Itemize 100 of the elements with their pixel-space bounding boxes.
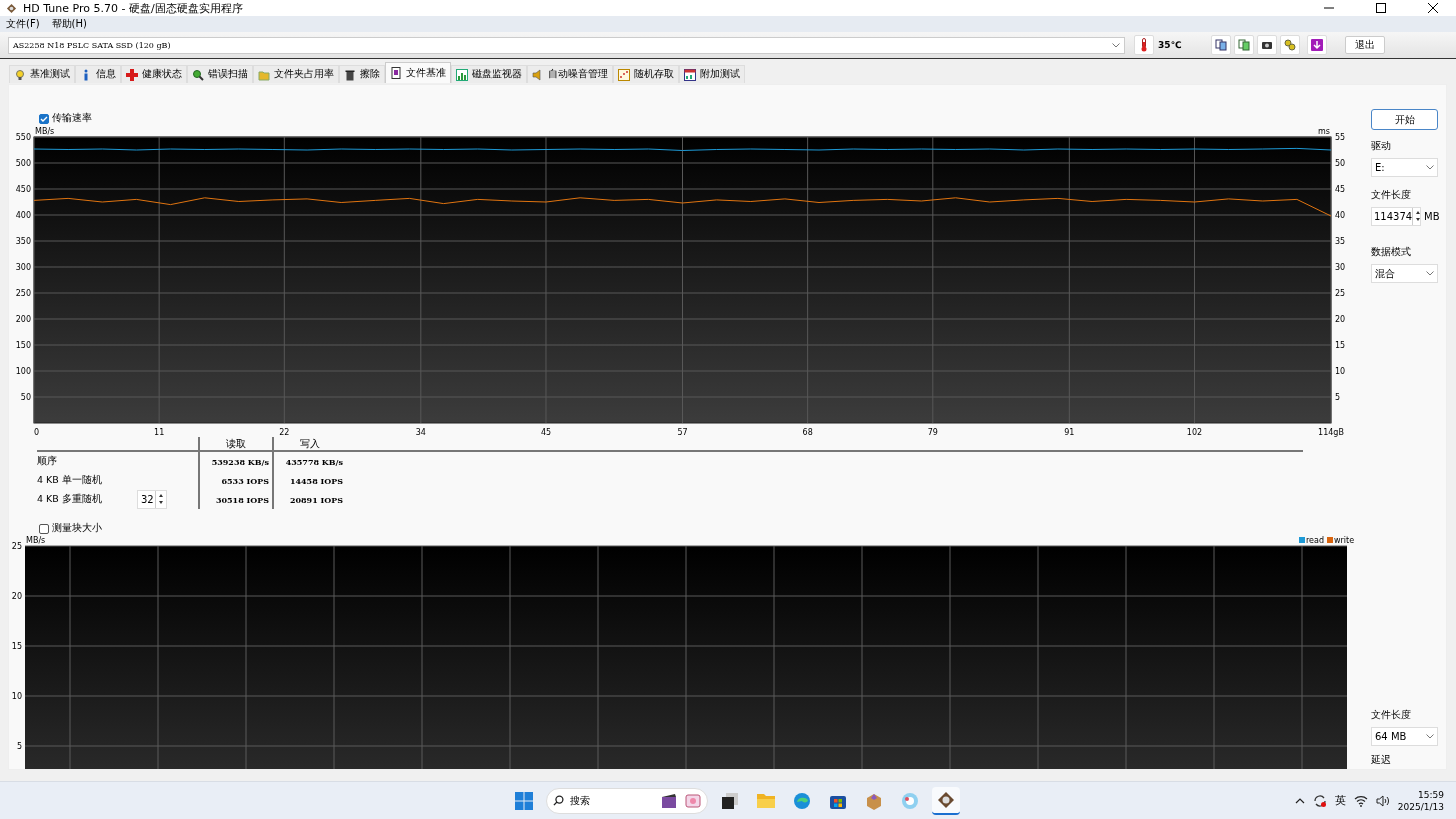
magnifier-icon (192, 68, 204, 81)
field-label: 延迟 (1371, 754, 1392, 767)
tab[interactable]: 基准测试 (9, 65, 75, 83)
tab[interactable]: 自动噪音管理 (527, 65, 613, 83)
copy-button[interactable] (1234, 35, 1255, 55)
axis-label: 0 (34, 428, 40, 437)
axis-label: 40 (1335, 211, 1346, 220)
file-length-select[interactable]: 64 MB (1371, 727, 1438, 746)
axis-label: 550 (15, 133, 31, 142)
axis-label: 10 (1335, 367, 1346, 376)
copy-icon (1238, 39, 1251, 51)
start-button[interactable]: 开始 (1371, 109, 1438, 130)
folder-icon (756, 791, 776, 810)
tab[interactable]: 随机存取 (613, 65, 679, 83)
axis-label: 35 (1335, 237, 1346, 246)
screenshot-button[interactable] (1257, 35, 1278, 55)
table-cell: 20891 IOPS (272, 490, 346, 509)
tab[interactable]: 擦除 (339, 65, 385, 83)
axis-label: 20 (1335, 315, 1346, 324)
camera-icon (1261, 39, 1274, 51)
folder-icon (258, 68, 270, 81)
wifi-icon[interactable] (1353, 794, 1368, 807)
copy-icon (1215, 39, 1228, 51)
axis-label: 22 (279, 428, 290, 437)
plus-icon (126, 68, 138, 81)
tab[interactable]: 错误扫描 (187, 65, 253, 83)
window-title: HD Tune Pro 5.70 - 硬盘/固态硬盘实用程序 (23, 0, 244, 16)
tab[interactable]: 文件夹占用率 (253, 65, 339, 83)
file-length-spinner[interactable]: 114374 (1371, 207, 1421, 226)
queue-depth-spinner[interactable]: 32 (137, 490, 167, 509)
row-label: 4 KB 单一随机 (37, 474, 102, 487)
update-button[interactable] (1307, 35, 1328, 55)
axis-label: 114gB (1318, 428, 1344, 437)
field-label: 文件长度 (1371, 709, 1412, 722)
document-icon (390, 67, 402, 79)
tab[interactable]: 信息 (75, 65, 121, 83)
axis-label: 68 (802, 428, 813, 437)
checkbox[interactable]: 传输速率 (39, 112, 1361, 125)
minimize-icon (1324, 7, 1334, 9)
exit-button[interactable]: 退出 (1345, 36, 1386, 54)
browser-icon (793, 791, 811, 810)
axis-label: 15 (1335, 341, 1346, 350)
menu-item[interactable]: 帮助(H) (51, 17, 87, 31)
copy-button[interactable] (1211, 35, 1232, 55)
drive-select[interactable]: E: (1371, 158, 1438, 177)
dropdown-caret-icon (1426, 734, 1434, 739)
data-mode-select[interactable]: 混合 (1371, 264, 1438, 283)
axis-label: 50 (1335, 159, 1346, 168)
chart-window-icon (684, 68, 696, 81)
note-icon (685, 792, 701, 809)
axis-label: 5 (16, 742, 22, 751)
coins-icon (1284, 39, 1297, 51)
axis-label: 45 (1335, 185, 1346, 194)
sync-icon[interactable] (1312, 793, 1327, 808)
axis-label: 20 (11, 592, 22, 601)
axis-label: 55 (1335, 133, 1346, 142)
checkmark-icon (40, 114, 48, 123)
row-label: 4 KB 多重随机 (37, 493, 102, 506)
clock[interactable]: 15:59 2025/1/13 (1397, 788, 1444, 813)
axis-label: 30 (1335, 263, 1346, 272)
axis-label: 200 (15, 315, 31, 324)
field-label: 驱动 (1371, 140, 1392, 153)
maximize-icon (1376, 3, 1386, 13)
checkbox[interactable]: 测量块大小 (39, 522, 1361, 535)
input-language[interactable]: 英 (1334, 793, 1346, 808)
speaker-icon (532, 68, 544, 81)
axis-label: 11 (154, 428, 165, 437)
tab[interactable]: 文件基准 (385, 62, 451, 83)
axis-label: 5 (1335, 393, 1341, 402)
axis-label: 25 (11, 542, 22, 551)
close-icon (1428, 3, 1438, 13)
axis-title: MB/s (35, 127, 55, 136)
axis-title: ms (1318, 127, 1330, 136)
taskbar-app[interactable] (932, 786, 960, 815)
unit-label: MB (1424, 211, 1440, 222)
temperature-button[interactable] (1134, 35, 1154, 55)
axis-label: 400 (15, 211, 31, 220)
axis-label: 34 (415, 428, 426, 437)
axis-label: 50 (20, 393, 31, 402)
tab[interactable]: 附加测试 (679, 65, 745, 83)
axis-label: 10 (11, 692, 22, 701)
clapper-icon (661, 792, 679, 809)
chevron-up-icon[interactable] (1294, 797, 1305, 804)
speaker-icon[interactable] (1375, 794, 1390, 807)
search-icon (553, 795, 564, 806)
menu-item[interactable]: 文件(F) (6, 17, 40, 31)
options-button[interactable] (1280, 35, 1301, 55)
axis-label: 300 (15, 263, 31, 272)
table-cell: 14458 IOPS (272, 471, 346, 490)
axis-label: 350 (15, 237, 31, 246)
down-arrow-icon (1311, 39, 1324, 51)
axis-label: 102 (1186, 428, 1203, 437)
drive-dropdown[interactable]: AS2258 N18 PSLC SATA SSD (120 gB) (8, 36, 1125, 54)
field-label: 数据模式 (1371, 246, 1412, 259)
spin-arrows-icon (155, 491, 166, 508)
legend-label: read (1306, 536, 1324, 545)
thermometer-icon (1140, 38, 1148, 52)
tab[interactable]: 磁盘监视器 (451, 65, 527, 83)
tab[interactable]: 健康状态 (121, 65, 187, 83)
search-field[interactable]: 搜索 (546, 787, 708, 814)
